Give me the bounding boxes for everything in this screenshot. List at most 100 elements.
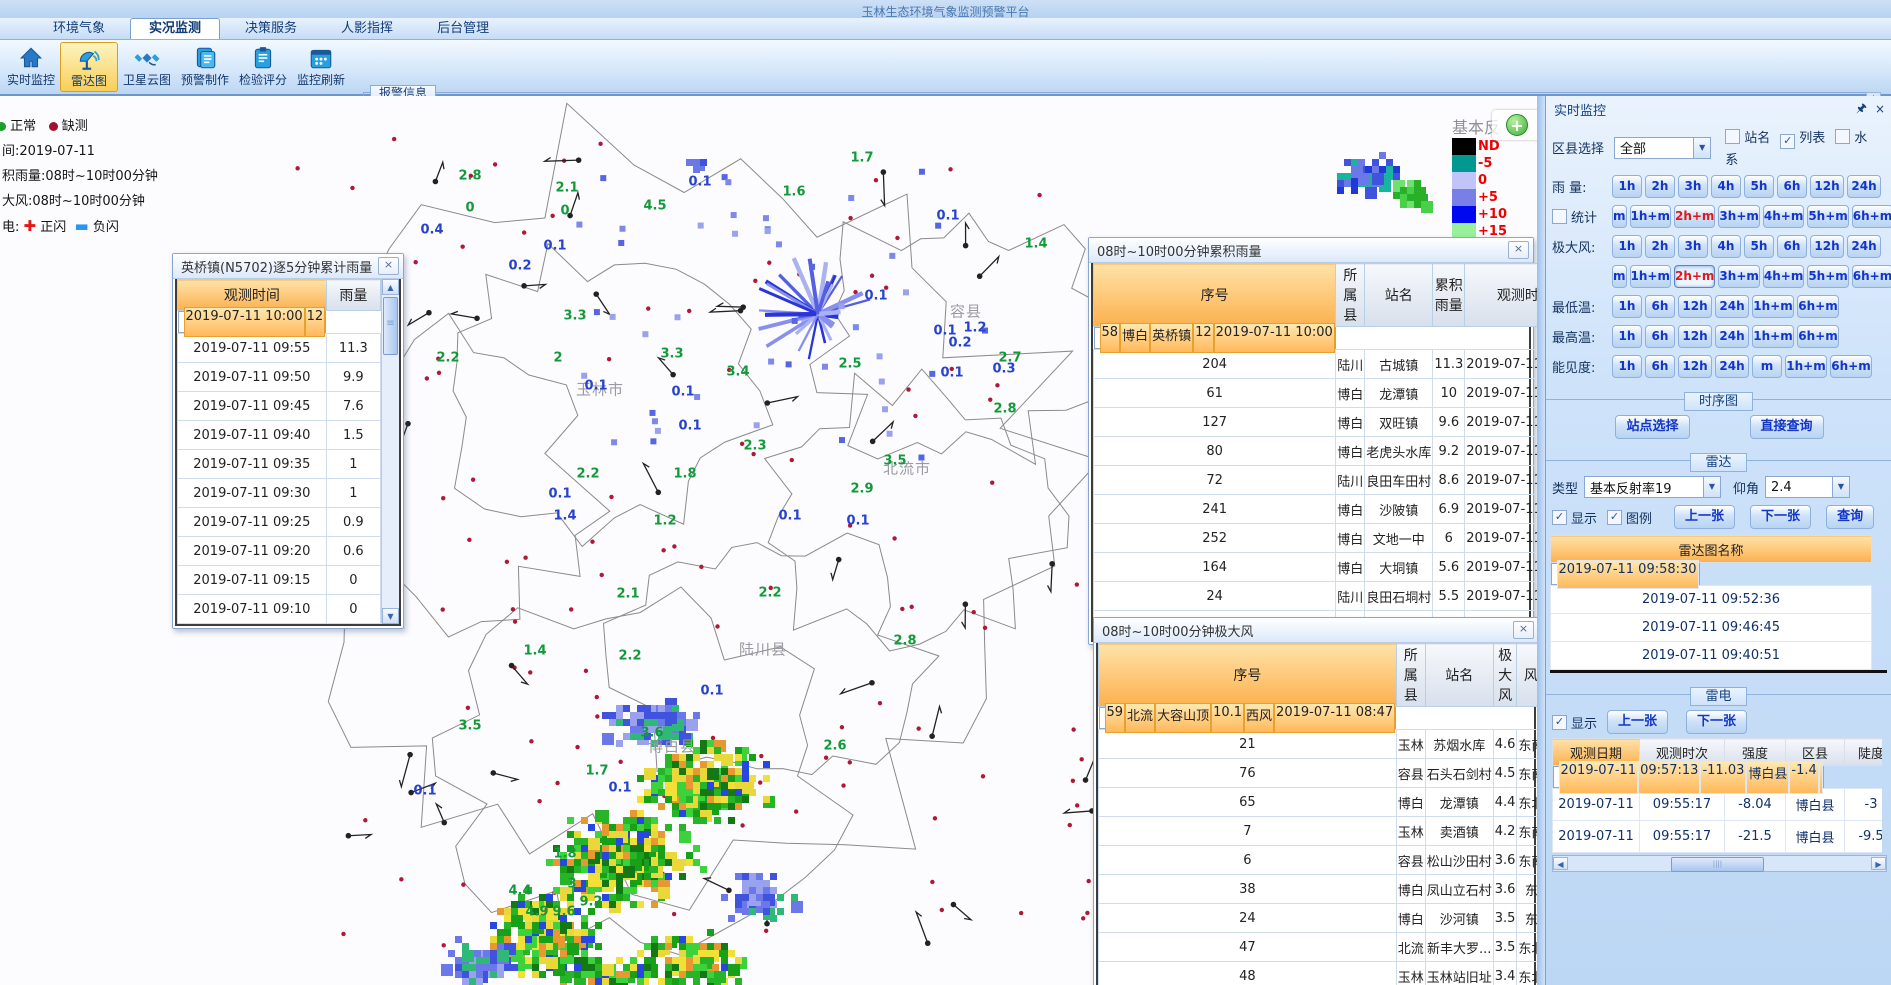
dialog-title-bar[interactable]: 英桥镇(N5702)逐5分钟累计雨量 × <box>173 254 403 279</box>
query-button-6h+m[interactable]: 6h+m <box>1830 355 1872 378</box>
scroll-right-icon[interactable]: ▶ <box>1871 857 1886 870</box>
column-header-站名[interactable]: 站名 <box>1425 644 1493 707</box>
table-row[interactable]: 47北流新丰大罗...3.5东北风2019-07-11 09:12 <box>1099 933 1538 962</box>
query-button-1h[interactable]: 1h <box>1612 325 1642 348</box>
table-row[interactable]: 2019-07-11 09:5511.3 <box>178 334 381 363</box>
table-row[interactable]: 61博白龙潭镇102019-07-11 10:00 <box>1094 379 1538 408</box>
checkbox-checked[interactable]: ✓ <box>1607 510 1622 525</box>
radar-button-下一张[interactable]: 下一张 <box>1750 505 1811 529</box>
tool-button-监控刷新[interactable]: 监控刷新 <box>292 42 350 92</box>
timeseries-button-直接查询[interactable]: 直接查询 <box>1750 415 1824 439</box>
query-button-1h+m[interactable]: 1h+m <box>1630 265 1671 288</box>
tool-button-雷达图[interactable]: 雷达图 <box>60 42 118 92</box>
query-button-1h[interactable]: 1h <box>1612 295 1642 318</box>
query-button-24h[interactable]: 24h <box>1715 355 1749 378</box>
close-icon[interactable]: × <box>1508 241 1529 259</box>
column-header-观测时间[interactable]: 观测时间 <box>1465 264 1537 327</box>
query-button-6h[interactable]: 6h <box>1645 325 1675 348</box>
query-button-1h[interactable]: 1h <box>1612 175 1642 198</box>
query-button-3h+m[interactable]: 3h+m <box>1718 205 1759 228</box>
table-row[interactable]: 65博白龙潭镇4.4东北风2019-07-11 08:34 <box>1099 788 1538 817</box>
timeseries-button-站点选择[interactable]: 站点选择 <box>1615 415 1689 439</box>
column-header-风向[interactable]: 风向 <box>1517 644 1537 707</box>
table-row[interactable]: 2019-07-11 09:301 <box>178 479 381 508</box>
checkbox-checked[interactable]: ✓ <box>1552 510 1567 525</box>
column-header-所属县[interactable]: 所属县 <box>1396 644 1425 707</box>
table-row[interactable]: 48玉林玉林站旧址3.4东北风2019-07-11 09:09 <box>1099 962 1538 985</box>
query-button-m[interactable]: m <box>1752 355 1782 378</box>
query-button-12h[interactable]: 12h <box>1810 235 1844 258</box>
column-header-观测时间[interactable]: 观测时间 <box>178 280 327 311</box>
query-button-12h[interactable]: 12h <box>1678 295 1712 318</box>
query-button-m[interactable]: m <box>1612 265 1627 288</box>
table-row[interactable]: 80博白老虎头水库9.22019-07-11 10:00 <box>1094 437 1538 466</box>
table-row[interactable]: 24陆川良田石垌村5.52019-07-11 10:00 <box>1094 582 1538 611</box>
column-header-极大风[interactable]: 极大风 <box>1493 644 1517 707</box>
query-button-1h[interactable]: 1h <box>1612 355 1642 378</box>
table-row[interactable]: 58博白英桥镇122019-07-11 10:00 <box>1094 327 1336 349</box>
radar-list-item[interactable]: 2019-07-11 09:58:30 <box>1551 563 1700 585</box>
menu-tab-后台管理[interactable]: 后台管理 <box>418 18 508 39</box>
scroll-left-icon[interactable]: ◀ <box>1553 857 1568 870</box>
column-header-所属县[interactable]: 所属县 <box>1336 264 1365 327</box>
pin-icon[interactable]: 🖈 <box>1856 99 1867 120</box>
query-button-6h[interactable]: 6h <box>1645 295 1675 318</box>
vertical-scrollbar[interactable]: ▲ ▼ <box>381 279 399 624</box>
column-header-站名[interactable]: 站名 <box>1365 264 1433 327</box>
column-header-序号[interactable]: 序号 <box>1094 264 1336 327</box>
table-row[interactable]: 127博白双旺镇9.62019-07-11 10:00 <box>1094 408 1538 437</box>
menu-tab-决策服务[interactable]: 决策服务 <box>226 18 316 39</box>
table-row[interactable]: 21玉林苏烟水库4.6东南风2019-07-11 09:49 <box>1099 730 1538 759</box>
query-button-24h[interactable]: 24h <box>1715 295 1749 318</box>
query-button-2h[interactable]: 2h <box>1645 175 1675 198</box>
query-button-6h[interactable]: 6h <box>1777 175 1807 198</box>
query-button-4h+m[interactable]: 4h+m <box>1763 205 1804 228</box>
query-button-4h[interactable]: 4h <box>1711 235 1741 258</box>
tool-button-卫星云图[interactable]: 卫星云图 <box>118 42 176 92</box>
lightning-row[interactable]: 2019-07-1109:55:17-21.5博白县-9.511 <box>1553 821 1883 853</box>
radar-button-上一张[interactable]: 上一张 <box>1674 505 1735 529</box>
table-row[interactable]: 2019-07-11 09:200.6 <box>178 537 381 566</box>
query-button-5h[interactable]: 5h <box>1744 235 1774 258</box>
lightning-button-上一张[interactable]: 上一张 <box>1607 710 1668 734</box>
query-button-1h+m[interactable]: 1h+m <box>1630 205 1671 228</box>
query-button-3h[interactable]: 3h <box>1678 175 1708 198</box>
panel-splitter[interactable] <box>1537 96 1545 985</box>
table-row[interactable]: 24博白沙河镇3.5东风2019-07-11 09:46 <box>1099 904 1538 933</box>
radar-list-item[interactable]: 2019-07-11 09:40:51 <box>1551 642 1872 670</box>
district-select[interactable]: 全部 ▼ <box>1614 137 1711 159</box>
radar-list-item[interactable]: 2019-07-11 09:52:36 <box>1551 586 1872 614</box>
dialog-title-bar[interactable]: 08时~10时00分钟累积雨量 × <box>1089 238 1533 263</box>
table-row[interactable]: 76容县石头石剑村4.5东南风2019-07-11 08:08 <box>1099 759 1538 788</box>
query-button-24h[interactable]: 24h <box>1715 325 1749 348</box>
close-icon[interactable]: × <box>378 257 399 275</box>
query-button-m[interactable]: m <box>1612 205 1627 228</box>
dialog-title-bar[interactable]: 08时~10时00分钟极大风 × <box>1094 618 1537 643</box>
query-button-4h+m[interactable]: 4h+m <box>1763 265 1804 288</box>
query-button-1h+m[interactable]: 1h+m <box>1752 295 1794 318</box>
query-button-6h[interactable]: 6h <box>1645 355 1675 378</box>
plus-button-icon[interactable]: + <box>1506 114 1528 136</box>
table-row[interactable]: 2019-07-11 09:509.9 <box>178 363 381 392</box>
radar-elev-select[interactable]: 2.4 ▼ <box>1765 476 1850 498</box>
table-row[interactable]: 2019-07-11 09:250.9 <box>178 508 381 537</box>
scrollbar-thumb[interactable] <box>383 297 398 355</box>
query-button-1h[interactable]: 1h <box>1612 235 1642 258</box>
query-button-3h+m[interactable]: 3h+m <box>1718 265 1759 288</box>
weather-map[interactable]: 玉林市北流市容县陆川县博白县2.82.11.704.51.60.10.11.40… <box>0 96 1537 985</box>
table-row[interactable]: 2019-07-11 10:0012 <box>178 311 327 333</box>
lightning-button-下一张[interactable]: 下一张 <box>1686 710 1747 734</box>
query-button-5h+m[interactable]: 5h+m <box>1807 205 1848 228</box>
query-button-6h+m[interactable]: 6h+m <box>1852 265 1891 288</box>
table-row[interactable]: 72陆川良田车田村8.62019-07-11 10:00 <box>1094 466 1538 495</box>
query-button-2h+m[interactable]: 2h+m <box>1674 205 1715 228</box>
column-header-陡度[interactable]: 陡度 <box>1845 739 1883 766</box>
checkbox[interactable] <box>1552 209 1567 224</box>
scrollbar-thumb[interactable] <box>1671 857 1764 872</box>
table-row[interactable]: 38博白凤山立石村3.6东风2019-07-11 09:26 <box>1099 875 1538 904</box>
column-header-雷达图名称[interactable]: 雷达图名称 <box>1551 536 1872 563</box>
menu-tab-人影指挥[interactable]: 人影指挥 <box>322 18 412 39</box>
close-icon[interactable]: × <box>1513 621 1534 639</box>
table-row[interactable]: 2019-07-11 09:401.5 <box>178 421 381 450</box>
query-button-1h+m[interactable]: 1h+m <box>1785 355 1827 378</box>
